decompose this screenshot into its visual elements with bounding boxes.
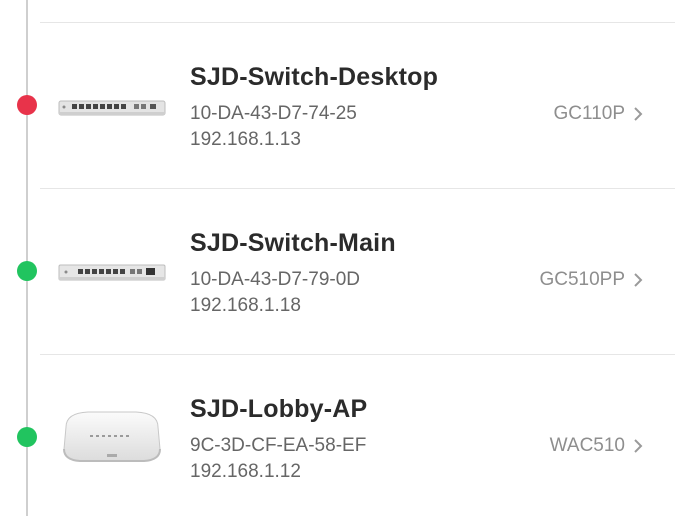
chevron-right-icon bbox=[634, 273, 643, 287]
device-row-switch-main[interactable]: SJD-Switch-Main 10-DA-43-D7-79-0D 192.16… bbox=[0, 189, 675, 355]
rack-switch-icon bbox=[58, 264, 166, 281]
model-link[interactable]: WAC510 bbox=[550, 435, 643, 457]
device-row-lobby-ap[interactable]: SJD-Lobby-AP 9C-3D-CF-EA-58-EF 192.168.1… bbox=[0, 355, 675, 516]
chevron-right-icon bbox=[634, 107, 643, 121]
device-ip: 192.168.1.18 bbox=[190, 295, 301, 316]
desktop-switch-icon bbox=[58, 100, 166, 116]
device-mac: 9C-3D-CF-EA-58-EF bbox=[190, 435, 367, 456]
device-name: SJD-Switch-Desktop bbox=[190, 63, 439, 91]
status-online-icon bbox=[17, 427, 37, 447]
device-mac: 10-DA-43-D7-74-25 bbox=[190, 103, 357, 124]
device-list-page: SJD-Switch-Desktop 10-DA-43-D7-74-25 192… bbox=[0, 0, 675, 516]
device-name: SJD-Switch-Main bbox=[190, 229, 396, 257]
device-model: WAC510 bbox=[549, 435, 625, 456]
device-mac: 10-DA-43-D7-79-0D bbox=[190, 269, 361, 290]
status-online-icon bbox=[17, 261, 37, 281]
model-link[interactable]: GC510PP bbox=[539, 269, 643, 291]
device-model: GC110P bbox=[553, 103, 625, 124]
access-point-icon bbox=[63, 411, 161, 462]
status-offline-icon bbox=[17, 95, 37, 115]
chevron-right-icon bbox=[634, 439, 643, 453]
device-ip: 192.168.1.13 bbox=[190, 129, 301, 150]
device-model: GC510PP bbox=[539, 269, 625, 290]
device-ip: 192.168.1.12 bbox=[190, 461, 301, 482]
device-row-switch-desktop[interactable]: SJD-Switch-Desktop 10-DA-43-D7-74-25 192… bbox=[0, 23, 675, 189]
device-name: SJD-Lobby-AP bbox=[190, 395, 368, 423]
model-link[interactable]: GC110P bbox=[554, 103, 643, 125]
